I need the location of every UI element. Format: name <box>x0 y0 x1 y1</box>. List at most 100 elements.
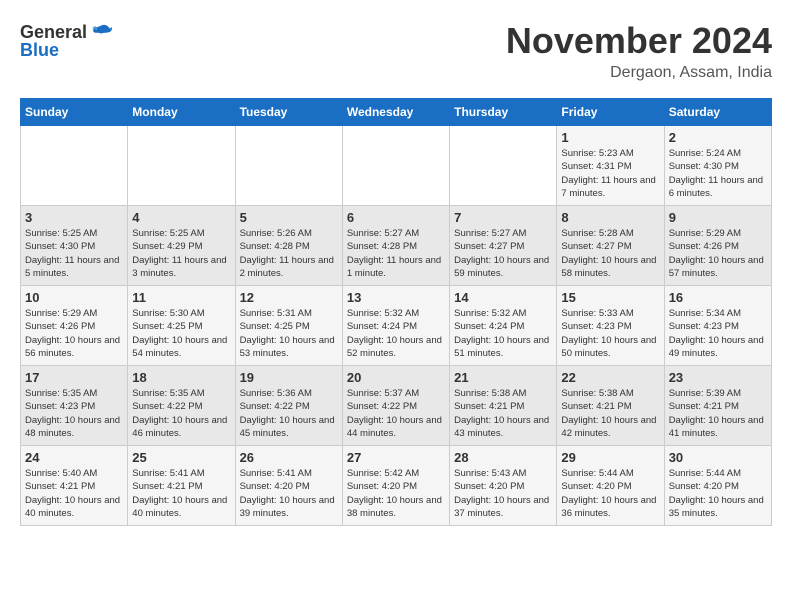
logo-bird-icon <box>89 20 113 44</box>
day-info: Sunrise: 5:25 AM Sunset: 4:30 PM Dayligh… <box>25 227 123 280</box>
calendar-cell: 10 Sunrise: 5:29 AM Sunset: 4:26 PM Dayli… <box>21 286 128 366</box>
calendar-cell: 6 Sunrise: 5:27 AM Sunset: 4:28 PM Daylig… <box>342 206 449 286</box>
day-number: 25 <box>132 450 230 465</box>
day-info: Sunrise: 5:36 AM Sunset: 4:22 PM Dayligh… <box>240 387 338 440</box>
day-info: Sunrise: 5:35 AM Sunset: 4:23 PM Dayligh… <box>25 387 123 440</box>
calendar-cell: 24 Sunrise: 5:40 AM Sunset: 4:21 PM Dayli… <box>21 446 128 526</box>
day-number: 19 <box>240 370 338 385</box>
day-info: Sunrise: 5:33 AM Sunset: 4:23 PM Dayligh… <box>561 307 659 360</box>
day-info: Sunrise: 5:30 AM Sunset: 4:25 PM Dayligh… <box>132 307 230 360</box>
title-section: November 2024 Dergaon, Assam, India <box>506 20 772 82</box>
weekday-header-row: SundayMondayTuesdayWednesdayThursdayFrid… <box>21 99 772 126</box>
day-number: 9 <box>669 210 767 225</box>
week-row-5: 24 Sunrise: 5:40 AM Sunset: 4:21 PM Dayli… <box>21 446 772 526</box>
day-info: Sunrise: 5:35 AM Sunset: 4:22 PM Dayligh… <box>132 387 230 440</box>
day-info: Sunrise: 5:32 AM Sunset: 4:24 PM Dayligh… <box>454 307 552 360</box>
calendar-cell: 4 Sunrise: 5:25 AM Sunset: 4:29 PM Daylig… <box>128 206 235 286</box>
calendar-cell: 14 Sunrise: 5:32 AM Sunset: 4:24 PM Dayli… <box>450 286 557 366</box>
calendar-cell: 28 Sunrise: 5:43 AM Sunset: 4:20 PM Dayli… <box>450 446 557 526</box>
weekday-header-friday: Friday <box>557 99 664 126</box>
weekday-header-wednesday: Wednesday <box>342 99 449 126</box>
day-info: Sunrise: 5:41 AM Sunset: 4:21 PM Dayligh… <box>132 467 230 520</box>
calendar-cell: 11Sunrise: 5:30 AM Sunset: 4:25 PM Dayli… <box>128 286 235 366</box>
calendar-cell: 30 Sunrise: 5:44 AM Sunset: 4:20 PM Dayli… <box>664 446 771 526</box>
day-number: 5 <box>240 210 338 225</box>
calendar-cell: 12 Sunrise: 5:31 AM Sunset: 4:25 PM Dayli… <box>235 286 342 366</box>
day-info: Sunrise: 5:34 AM Sunset: 4:23 PM Dayligh… <box>669 307 767 360</box>
day-number: 6 <box>347 210 445 225</box>
day-number: 24 <box>25 450 123 465</box>
weekday-header-sunday: Sunday <box>21 99 128 126</box>
day-number: 4 <box>132 210 230 225</box>
day-info: Sunrise: 5:42 AM Sunset: 4:20 PM Dayligh… <box>347 467 445 520</box>
day-number: 8 <box>561 210 659 225</box>
calendar-cell <box>450 126 557 206</box>
calendar-cell: 16 Sunrise: 5:34 AM Sunset: 4:23 PM Dayli… <box>664 286 771 366</box>
day-number: 16 <box>669 290 767 305</box>
day-info: Sunrise: 5:25 AM Sunset: 4:29 PM Dayligh… <box>132 227 230 280</box>
day-number: 26 <box>240 450 338 465</box>
day-number: 29 <box>561 450 659 465</box>
day-info: Sunrise: 5:24 AM Sunset: 4:30 PM Dayligh… <box>669 147 767 200</box>
day-number: 28 <box>454 450 552 465</box>
calendar-cell: 8Sunrise: 5:28 AM Sunset: 4:27 PM Daylig… <box>557 206 664 286</box>
day-number: 20 <box>347 370 445 385</box>
week-row-3: 10 Sunrise: 5:29 AM Sunset: 4:26 PM Dayli… <box>21 286 772 366</box>
day-number: 17 <box>25 370 123 385</box>
day-number: 22 <box>561 370 659 385</box>
calendar-cell: 22 Sunrise: 5:38 AM Sunset: 4:21 PM Dayli… <box>557 366 664 446</box>
calendar-cell <box>21 126 128 206</box>
day-info: Sunrise: 5:39 AM Sunset: 4:21 PM Dayligh… <box>669 387 767 440</box>
day-info: Sunrise: 5:29 AM Sunset: 4:26 PM Dayligh… <box>25 307 123 360</box>
day-info: Sunrise: 5:23 AM Sunset: 4:31 PM Dayligh… <box>561 147 659 200</box>
week-row-1: 1 Sunrise: 5:23 AM Sunset: 4:31 PM Daylig… <box>21 126 772 206</box>
day-number: 2 <box>669 130 767 145</box>
calendar-body: 1 Sunrise: 5:23 AM Sunset: 4:31 PM Daylig… <box>21 126 772 526</box>
calendar-cell <box>235 126 342 206</box>
calendar-cell: 26Sunrise: 5:41 AM Sunset: 4:20 PM Dayli… <box>235 446 342 526</box>
month-title: November 2024 <box>506 20 772 62</box>
logo-blue: Blue <box>20 40 59 61</box>
calendar-cell: 1 Sunrise: 5:23 AM Sunset: 4:31 PM Daylig… <box>557 126 664 206</box>
day-number: 21 <box>454 370 552 385</box>
day-info: Sunrise: 5:40 AM Sunset: 4:21 PM Dayligh… <box>25 467 123 520</box>
day-info: Sunrise: 5:27 AM Sunset: 4:28 PM Dayligh… <box>347 227 445 280</box>
calendar-cell: 25 Sunrise: 5:41 AM Sunset: 4:21 PM Dayli… <box>128 446 235 526</box>
day-number: 1 <box>561 130 659 145</box>
day-info: Sunrise: 5:37 AM Sunset: 4:22 PM Dayligh… <box>347 387 445 440</box>
day-number: 27 <box>347 450 445 465</box>
day-info: Sunrise: 5:31 AM Sunset: 4:25 PM Dayligh… <box>240 307 338 360</box>
calendar-cell: 9 Sunrise: 5:29 AM Sunset: 4:26 PM Daylig… <box>664 206 771 286</box>
day-info: Sunrise: 5:32 AM Sunset: 4:24 PM Dayligh… <box>347 307 445 360</box>
calendar-cell: 21 Sunrise: 5:38 AM Sunset: 4:21 PM Dayli… <box>450 366 557 446</box>
calendar-cell <box>128 126 235 206</box>
day-number: 10 <box>25 290 123 305</box>
page-header: General Blue November 2024 Dergaon, Assa… <box>20 20 772 82</box>
calendar-cell: 3 Sunrise: 5:25 AM Sunset: 4:30 PM Daylig… <box>21 206 128 286</box>
weekday-header-monday: Monday <box>128 99 235 126</box>
calendar-cell: 13 Sunrise: 5:32 AM Sunset: 4:24 PM Dayli… <box>342 286 449 366</box>
calendar-cell <box>342 126 449 206</box>
calendar-cell: 18Sunrise: 5:35 AM Sunset: 4:22 PM Dayli… <box>128 366 235 446</box>
day-info: Sunrise: 5:27 AM Sunset: 4:27 PM Dayligh… <box>454 227 552 280</box>
calendar-cell: 29 Sunrise: 5:44 AM Sunset: 4:20 PM Dayli… <box>557 446 664 526</box>
day-info: Sunrise: 5:26 AM Sunset: 4:28 PM Dayligh… <box>240 227 338 280</box>
day-number: 30 <box>669 450 767 465</box>
day-info: Sunrise: 5:29 AM Sunset: 4:26 PM Dayligh… <box>669 227 767 280</box>
day-number: 7 <box>454 210 552 225</box>
day-number: 14 <box>454 290 552 305</box>
day-number: 13 <box>347 290 445 305</box>
day-number: 3 <box>25 210 123 225</box>
day-info: Sunrise: 5:44 AM Sunset: 4:20 PM Dayligh… <box>561 467 659 520</box>
calendar-cell: 19 Sunrise: 5:36 AM Sunset: 4:22 PM Dayli… <box>235 366 342 446</box>
calendar-cell: 27 Sunrise: 5:42 AM Sunset: 4:20 PM Dayli… <box>342 446 449 526</box>
day-info: Sunrise: 5:38 AM Sunset: 4:21 PM Dayligh… <box>561 387 659 440</box>
day-number: 15 <box>561 290 659 305</box>
day-info: Sunrise: 5:38 AM Sunset: 4:21 PM Dayligh… <box>454 387 552 440</box>
location: Dergaon, Assam, India <box>506 64 772 82</box>
day-info: Sunrise: 5:43 AM Sunset: 4:20 PM Dayligh… <box>454 467 552 520</box>
calendar-header: SundayMondayTuesdayWednesdayThursdayFrid… <box>21 99 772 126</box>
day-number: 12 <box>240 290 338 305</box>
day-info: Sunrise: 5:44 AM Sunset: 4:20 PM Dayligh… <box>669 467 767 520</box>
calendar-cell: 20 Sunrise: 5:37 AM Sunset: 4:22 PM Dayli… <box>342 366 449 446</box>
